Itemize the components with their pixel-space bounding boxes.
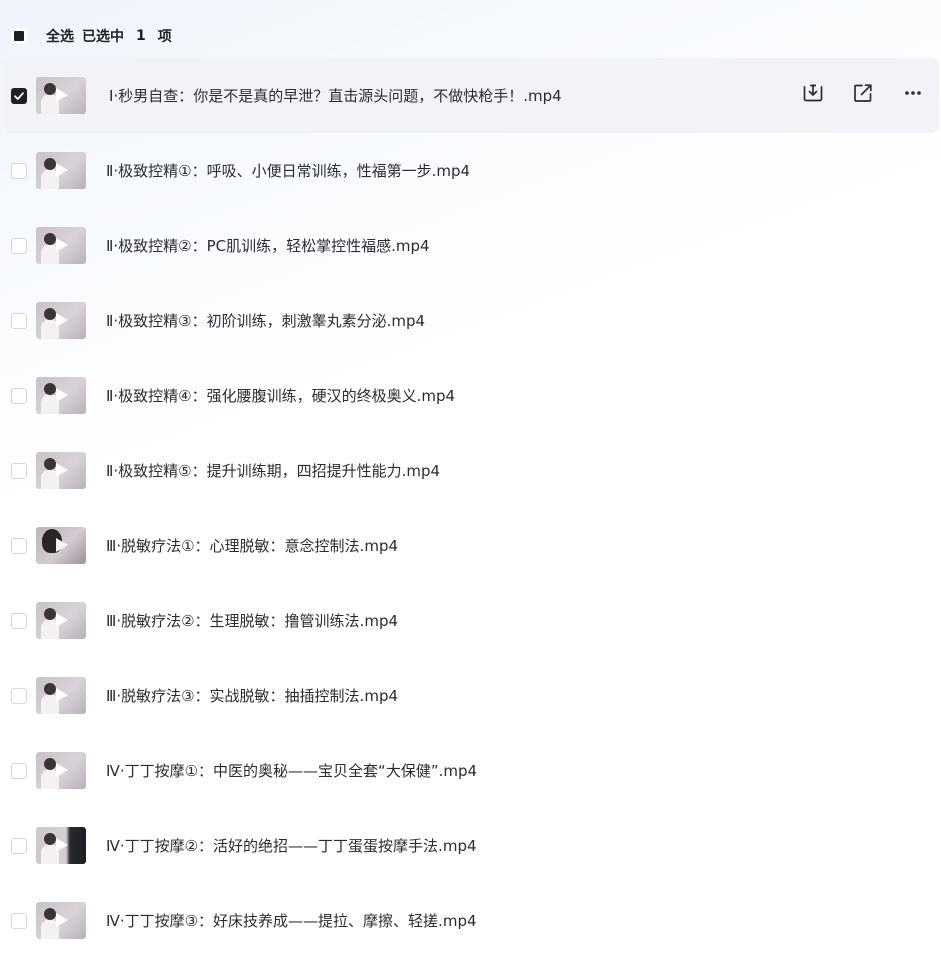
file-name[interactable]: Ⅱ·极致控精②：PC肌训练，轻松掌控性福感.mp4 xyxy=(106,235,430,256)
more-horizontal-icon[interactable] xyxy=(901,81,925,105)
file-row[interactable]: Ⅱ·极致控精③：初阶训练，刺激睾丸素分泌.mp4 xyxy=(0,283,941,358)
file-list: Ⅰ·秒男自查：你是不是真的早泄？直击源头问题，不做快枪手！.mp4 Ⅱ·极致控精… xyxy=(0,58,941,958)
row-checkbox[interactable] xyxy=(11,537,27,554)
file-row[interactable]: Ⅳ·丁丁按摩①：中医的奥秘——宝贝全套“大保健”.mp4 xyxy=(0,733,941,808)
play-icon xyxy=(56,163,68,177)
share-external-icon[interactable] xyxy=(851,81,875,105)
file-name[interactable]: Ⅰ·秒男自查：你是不是真的早泄？直击源头问题，不做快枪手！.mp4 xyxy=(109,85,562,106)
video-thumbnail[interactable] xyxy=(36,902,86,939)
selected-prefix: 已选中 xyxy=(82,29,124,45)
play-icon xyxy=(56,913,68,927)
play-icon xyxy=(56,688,68,702)
video-thumbnail[interactable] xyxy=(36,602,86,639)
play-icon xyxy=(56,238,68,252)
video-thumbnail[interactable] xyxy=(36,827,86,864)
file-row[interactable]: Ⅰ·秒男自查：你是不是真的早泄？直击源头问题，不做快枪手！.mp4 xyxy=(3,58,939,133)
file-name[interactable]: Ⅲ·脱敏疗法③：实战脱敏：抽插控制法.mp4 xyxy=(106,685,398,706)
file-row[interactable]: Ⅲ·脱敏疗法③：实战脱敏：抽插控制法.mp4 xyxy=(0,658,941,733)
file-name[interactable]: Ⅲ·脱敏疗法①：心理脱敏：意念控制法.mp4 xyxy=(106,535,398,556)
video-thumbnail[interactable] xyxy=(36,377,86,414)
file-name[interactable]: Ⅲ·脱敏疗法②：生理脱敏：撸管训练法.mp4 xyxy=(106,610,398,631)
play-icon xyxy=(56,313,68,327)
file-name[interactable]: Ⅳ·丁丁按摩③：好床技养成——提拉、摩擦、轻搓.mp4 xyxy=(106,910,477,931)
file-row[interactable]: Ⅱ·极致控精④：强化腰腹训练，硬汉的终极奥义.mp4 xyxy=(0,358,941,433)
file-name[interactable]: Ⅱ·极致控精①：呼吸、小便日常训练，性福第一步.mp4 xyxy=(106,160,470,181)
file-name[interactable]: Ⅱ·极致控精④：强化腰腹训练，硬汉的终极奥义.mp4 xyxy=(106,385,455,406)
selection-summary: 全选 已选中 1 项 xyxy=(46,26,172,46)
play-icon xyxy=(56,388,68,402)
row-checkbox[interactable] xyxy=(11,162,27,179)
video-thumbnail[interactable] xyxy=(36,77,86,114)
row-checkbox[interactable] xyxy=(11,387,27,404)
file-name[interactable]: Ⅱ·极致控精⑤：提升训练期，四招提升性能力.mp4 xyxy=(106,460,440,481)
row-checkbox[interactable] xyxy=(11,87,27,104)
file-row[interactable]: Ⅲ·脱敏疗法②：生理脱敏：撸管训练法.mp4 xyxy=(0,583,941,658)
video-thumbnail[interactable] xyxy=(36,527,86,564)
video-thumbnail[interactable] xyxy=(36,302,86,339)
video-thumbnail[interactable] xyxy=(36,677,86,714)
row-checkbox[interactable] xyxy=(11,762,27,779)
row-checkbox[interactable] xyxy=(11,237,27,254)
row-checkbox[interactable] xyxy=(11,687,27,704)
video-thumbnail[interactable] xyxy=(36,452,86,489)
selected-count: 1 xyxy=(136,28,146,44)
video-thumbnail[interactable] xyxy=(36,227,86,264)
file-row[interactable]: Ⅱ·极致控精①：呼吸、小便日常训练，性福第一步.mp4 xyxy=(0,133,941,208)
check-icon xyxy=(14,91,24,100)
file-row[interactable]: Ⅲ·脱敏疗法①：心理脱敏：意念控制法.mp4 xyxy=(0,508,941,583)
row-actions xyxy=(801,58,925,128)
play-icon xyxy=(56,763,68,777)
play-icon xyxy=(56,538,68,552)
selection-header: 全选 已选中 1 项 xyxy=(0,18,941,54)
partial-check-mark xyxy=(14,31,24,41)
file-name[interactable]: Ⅳ·丁丁按摩①：中医的奥秘——宝贝全套“大保健”.mp4 xyxy=(106,760,477,781)
row-checkbox[interactable] xyxy=(11,912,27,929)
file-row[interactable]: Ⅱ·极致控精②：PC肌训练，轻松掌控性福感.mp4 xyxy=(0,208,941,283)
video-thumbnail[interactable] xyxy=(36,152,86,189)
row-checkbox[interactable] xyxy=(11,462,27,479)
row-checkbox[interactable] xyxy=(11,837,27,854)
download-icon[interactable] xyxy=(801,81,825,105)
file-name[interactable]: Ⅳ·丁丁按摩②：活好的绝招——丁丁蛋蛋按摩手法.mp4 xyxy=(106,835,477,856)
select-all-label[interactable]: 全选 xyxy=(46,26,74,46)
play-icon xyxy=(56,838,68,852)
select-all-checkbox[interactable] xyxy=(11,28,27,44)
row-checkbox[interactable] xyxy=(11,312,27,329)
play-icon xyxy=(56,463,68,477)
file-row[interactable]: Ⅳ·丁丁按摩③：好床技养成——提拉、摩擦、轻搓.mp4 xyxy=(0,883,941,958)
play-icon xyxy=(56,613,68,627)
selected-suffix: 项 xyxy=(157,29,172,45)
file-row[interactable]: Ⅱ·极致控精⑤：提升训练期，四招提升性能力.mp4 xyxy=(0,433,941,508)
file-row[interactable]: Ⅳ·丁丁按摩②：活好的绝招——丁丁蛋蛋按摩手法.mp4 xyxy=(0,808,941,883)
video-thumbnail[interactable] xyxy=(36,752,86,789)
file-name[interactable]: Ⅱ·极致控精③：初阶训练，刺激睾丸素分泌.mp4 xyxy=(106,310,425,331)
play-icon xyxy=(56,88,68,102)
row-checkbox[interactable] xyxy=(11,612,27,629)
